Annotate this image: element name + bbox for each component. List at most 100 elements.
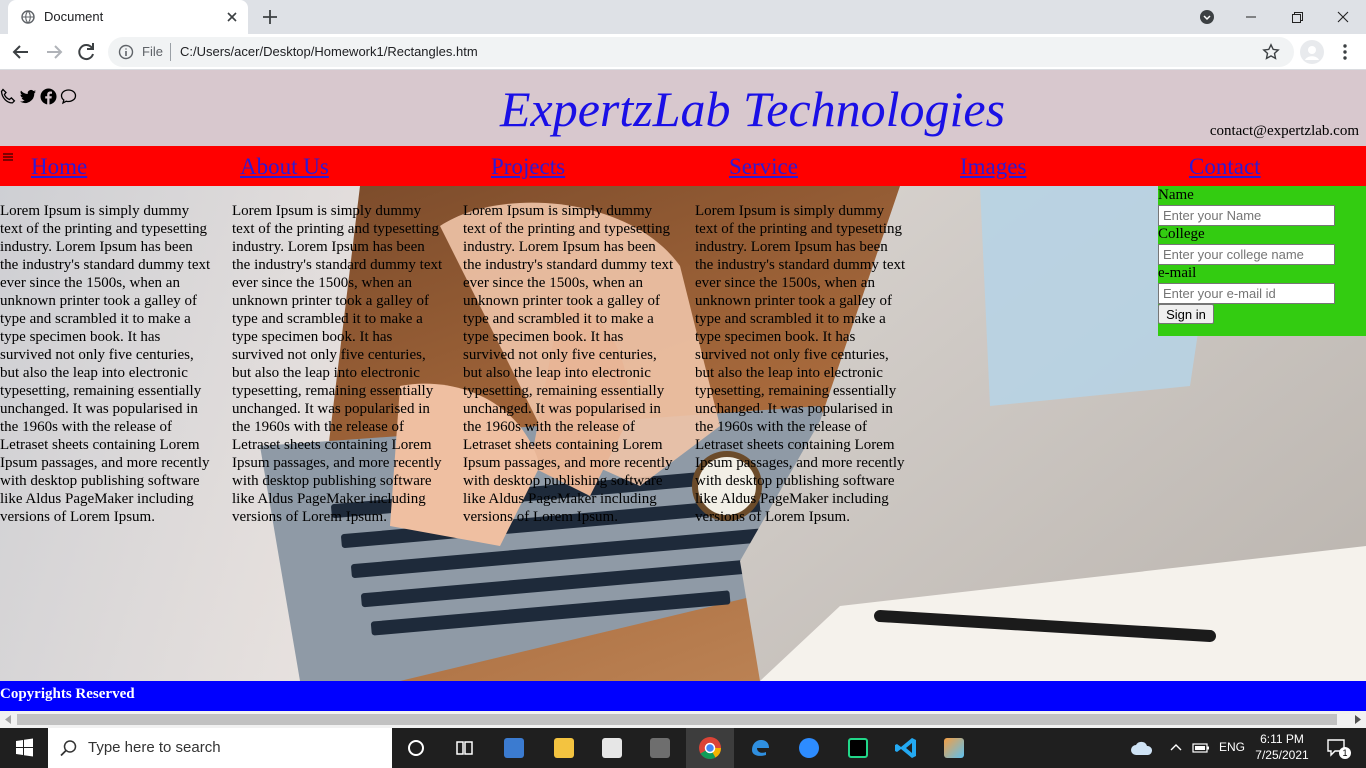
nav-projects[interactable]: Projects — [491, 154, 565, 180]
search-placeholder: Type here to search — [88, 739, 221, 756]
browser-tab[interactable]: Document — [8, 0, 248, 34]
store-bag-icon — [602, 738, 622, 758]
social-icons — [0, 88, 77, 105]
page-viewport: ExpertzLab Technologies contact@expertzl… — [0, 70, 1366, 711]
edge-icon — [752, 740, 769, 756]
facebook-icon[interactable] — [40, 88, 57, 105]
minimize-button[interactable] — [1228, 0, 1274, 34]
profile-dropdown-icon[interactable] — [1199, 9, 1215, 25]
chevron-up-icon[interactable] — [1170, 742, 1182, 754]
onedrive-cloud-icon[interactable] — [1130, 740, 1154, 756]
globe-icon — [21, 10, 35, 24]
twitter-icon[interactable] — [20, 88, 37, 105]
taskbar-store[interactable] — [588, 728, 636, 768]
text-column-3: Lorem Ipsum is simply dummy text of the … — [463, 203, 674, 525]
signin-form: Name College e-mail Sign in — [1158, 186, 1366, 336]
pycharm-icon — [848, 738, 868, 758]
taskbar-search-box[interactable]: Type here to search — [48, 728, 392, 768]
clock-date: 7/25/2021 — [1255, 748, 1309, 762]
windows-taskbar: Type here to search ENG 6:11 PM 7/25/202… — [0, 728, 1366, 768]
paint-palette-icon — [944, 738, 964, 758]
nav-images[interactable]: Images — [960, 154, 1026, 180]
person-icon — [1305, 46, 1319, 60]
site-header: ExpertzLab Technologies contact@expertzl… — [0, 70, 1366, 146]
language-indicator[interactable]: ENG — [1219, 740, 1245, 754]
email-input[interactable] — [1158, 283, 1335, 304]
college-label: College — [1158, 226, 1205, 242]
college-input[interactable] — [1158, 244, 1335, 265]
clock-time: 6:11 PM — [1260, 732, 1304, 746]
reload-icon[interactable] — [74, 40, 98, 64]
battery-icon[interactable] — [1192, 742, 1210, 754]
url-scheme-label: File — [142, 44, 163, 59]
cortana-icon — [408, 740, 424, 756]
close-tab-icon[interactable] — [223, 8, 241, 26]
close-icon — [1337, 11, 1349, 23]
scroll-left-icon[interactable] — [5, 715, 13, 724]
more-menu-icon[interactable] — [1336, 42, 1354, 62]
taskbar-clock[interactable]: 6:11 PM 7/25/2021 — [1252, 731, 1312, 763]
name-label: Name — [1158, 187, 1194, 203]
vscode-icon — [895, 738, 916, 758]
sign-in-button[interactable]: Sign in — [1158, 304, 1214, 324]
profile-avatar[interactable] — [1300, 40, 1324, 64]
back-arrow-icon[interactable] — [9, 40, 33, 64]
forward-arrow-icon[interactable] — [42, 40, 66, 64]
task-view-icon — [456, 741, 473, 755]
taskbar-paint[interactable] — [930, 728, 978, 768]
browser-tabstrip: Document — [0, 0, 1366, 34]
browser-toolbar: File C:/Users/acer/Desktop/Homework1/Rec… — [0, 34, 1366, 70]
scroll-right-icon[interactable] — [1353, 715, 1361, 724]
phone-icon[interactable] — [0, 88, 17, 105]
taskbar-zoom[interactable] — [785, 728, 833, 768]
cortana-button[interactable] — [392, 728, 440, 768]
hero-section: Lorem Ipsum is simply dummy text of the … — [0, 186, 1366, 681]
calculator-icon — [650, 738, 670, 758]
taskbar-edge[interactable] — [736, 728, 784, 768]
minimize-icon — [1246, 16, 1256, 18]
video-camera-icon — [799, 738, 819, 758]
nav-service[interactable]: Service — [729, 154, 798, 180]
restore-icon — [1292, 12, 1303, 23]
taskbar-vscode[interactable] — [882, 728, 930, 768]
contact-email: contact@expertzlab.com — [1209, 123, 1359, 139]
nav-contact[interactable]: Contact — [1189, 154, 1261, 180]
site-title: ExpertzLab Technologies — [500, 81, 1006, 137]
photo-app-icon — [504, 738, 524, 758]
nav-about-us[interactable]: About Us — [240, 154, 329, 180]
new-tab-icon[interactable] — [260, 7, 280, 27]
action-center-button[interactable]: 1 — [1318, 728, 1366, 768]
taskbar-pycharm[interactable] — [834, 728, 882, 768]
chat-icon[interactable] — [60, 88, 77, 105]
search-icon — [60, 740, 77, 757]
start-button[interactable] — [0, 728, 48, 768]
text-column-1: Lorem Ipsum is simply dummy text of the … — [0, 203, 211, 525]
nav-home[interactable]: Home — [31, 154, 87, 180]
folder-icon — [554, 738, 574, 758]
info-icon[interactable] — [118, 44, 134, 60]
main-nav: Home About Us Projects Service Images Co… — [0, 146, 1366, 186]
taskbar-calculator[interactable] — [636, 728, 684, 768]
scrollbar-thumb[interactable] — [17, 714, 1337, 725]
site-footer: Copyrights Reserved — [0, 681, 1366, 711]
menu-icon[interactable] — [2, 152, 14, 164]
tab-title: Document — [44, 9, 104, 24]
copyright-text: Copyrights Reserved — [0, 686, 135, 702]
name-input[interactable] — [1158, 205, 1335, 226]
email-label: e-mail — [1158, 265, 1197, 281]
text-column-2: Lorem Ipsum is simply dummy text of the … — [232, 203, 443, 525]
address-bar[interactable]: File C:/Users/acer/Desktop/Homework1/Rec… — [108, 37, 1294, 67]
taskbar-chrome[interactable] — [686, 728, 734, 768]
close-window-button[interactable] — [1320, 0, 1366, 34]
windows-logo-icon — [16, 738, 33, 757]
notification-badge: 1 — [1339, 747, 1351, 759]
horizontal-scrollbar[interactable] — [0, 711, 1366, 728]
task-view-button[interactable] — [440, 728, 488, 768]
text-column-4: Lorem Ipsum is simply dummy text of the … — [695, 203, 906, 525]
taskbar-app-zoom-photo[interactable] — [490, 728, 538, 768]
url-text[interactable]: C:/Users/acer/Desktop/Homework1/Rectangl… — [180, 44, 478, 59]
restore-button[interactable] — [1274, 0, 1320, 34]
bookmark-star-icon[interactable] — [1262, 43, 1280, 61]
omnibox-divider — [170, 43, 171, 61]
taskbar-file-explorer[interactable] — [540, 728, 588, 768]
